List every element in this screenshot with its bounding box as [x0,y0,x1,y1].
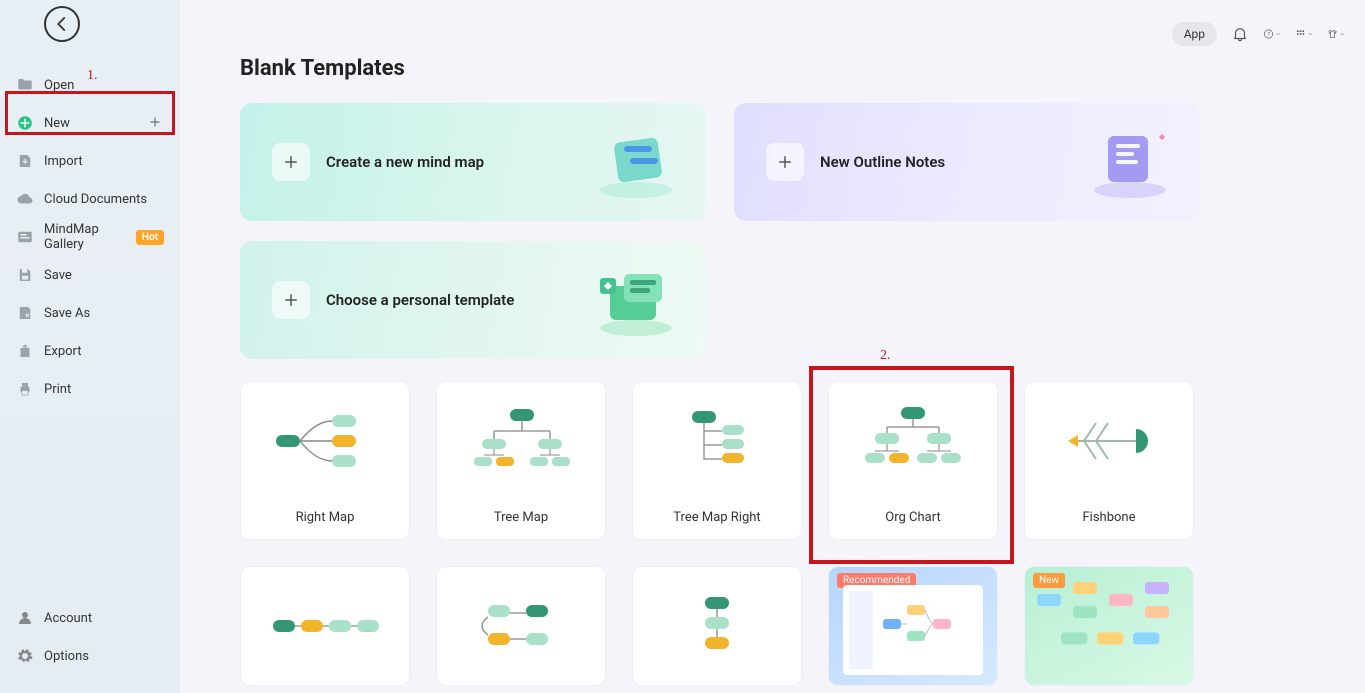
app-chip[interactable]: App [1172,22,1217,46]
sidebar-item-cloud[interactable]: Cloud Documents [0,180,180,218]
card-label: New Outline Notes [820,153,945,171]
new-badge: New [1033,573,1065,588]
sidebar-item-label: Cloud Documents [44,192,147,207]
chevron-down-icon [1340,30,1345,38]
hot-badge: Hot [136,230,164,245]
template-new[interactable]: New [1024,566,1194,686]
annotation-label-1: 1. [87,68,98,84]
gear-icon [16,647,34,665]
sidebar-item-export[interactable]: Export [0,332,180,370]
save-icon [16,266,34,284]
template-label: Tree Map [437,500,605,539]
template-preview [633,567,801,685]
mindmap-illustration [586,122,686,202]
sidebar-item-label: MindMap Gallery [44,222,132,252]
outline-illustration [1080,122,1180,202]
plus-icon [272,281,310,319]
sidebar: Open New Import Cloud Documents MindMap … [0,0,180,693]
print-icon [16,380,34,398]
card-label: Create a new mind map [326,153,484,171]
plus-icon [766,143,804,181]
plus-icon [272,143,310,181]
personal-illustration [586,260,686,340]
plus-icon [148,114,162,133]
chevron-down-icon [1308,30,1313,38]
sidebar-list: Open New Import Cloud Documents MindMap … [0,66,180,599]
template-label: Tree Map Right [633,500,801,539]
template-preview: Recommended [829,567,997,685]
help-icon[interactable]: ? [1263,25,1281,43]
new-outline-card[interactable]: New Outline Notes [734,103,1200,221]
sidebar-item-new[interactable]: New [0,104,180,142]
sidebar-item-label: Options [44,649,89,664]
template-preview [437,567,605,685]
save-as-icon [16,304,34,322]
sidebar-item-label: Save As [44,306,90,321]
sidebar-item-label: Save [44,268,72,283]
sidebar-item-import[interactable]: Import [0,142,180,180]
export-icon [16,342,34,360]
sidebar-item-print[interactable]: Print [0,370,180,408]
cloud-icon [16,190,34,208]
template-label: Org Chart [829,500,997,539]
plus-circle-icon [16,114,34,132]
chevron-down-icon [1276,30,1281,38]
sidebar-item-account[interactable]: Account [0,599,180,637]
template-label: Fishbone [1025,500,1193,539]
svg-text:?: ? [1267,32,1270,38]
create-mindmap-card[interactable]: Create a new mind map [240,103,706,221]
folder-icon [16,76,34,94]
annotation-label-2: 2. [880,348,891,364]
sidebar-item-label: Export [44,344,82,359]
template-preview [1025,382,1193,500]
template-cycle[interactable] [436,566,606,686]
sidebar-item-label: Account [44,611,92,626]
template-tree-map[interactable]: Tree Map [436,381,606,540]
personal-template-card[interactable]: Choose a personal template [240,241,706,359]
template-preview: New [1025,567,1193,685]
bell-icon[interactable] [1231,25,1249,43]
sidebar-bottom: Account Options [0,599,180,693]
arrow-left-icon [53,15,71,33]
apps-grid-icon[interactable] [1295,25,1313,43]
sidebar-item-label: Open [44,78,74,93]
gallery-icon [16,228,34,246]
template-recommended[interactable]: Recommended [828,566,998,686]
template-preview [633,382,801,500]
template-tree-map-right[interactable]: Tree Map Right [632,381,802,540]
template-horizontal[interactable] [240,566,410,686]
template-preview [241,567,409,685]
main-content: App ? Blank Templates Create a new mind … [180,0,1365,693]
back-button[interactable] [44,6,80,42]
card-label: Choose a personal template [326,291,514,309]
template-right-map[interactable]: Right Map [240,381,410,540]
template-preview [829,382,997,500]
account-icon [16,609,34,627]
section-title: Blank Templates [240,56,1305,81]
sidebar-item-options[interactable]: Options [0,637,180,675]
sidebar-item-save[interactable]: Save [0,256,180,294]
template-vertical[interactable] [632,566,802,686]
sidebar-item-gallery[interactable]: MindMap Gallery Hot [0,218,180,256]
template-preview [241,382,409,500]
shirt-icon[interactable] [1327,25,1345,43]
template-label: Right Map [241,500,409,539]
sidebar-item-save-as[interactable]: Save As [0,294,180,332]
template-org-chart[interactable]: Org Chart [828,381,998,540]
sidebar-item-label: Print [44,382,71,397]
import-icon [16,152,34,170]
template-preview [437,382,605,500]
template-fishbone[interactable]: Fishbone [1024,381,1194,540]
sidebar-item-label: New [44,116,70,131]
sidebar-item-label: Import [44,154,83,169]
topbar: App ? [1172,22,1345,46]
